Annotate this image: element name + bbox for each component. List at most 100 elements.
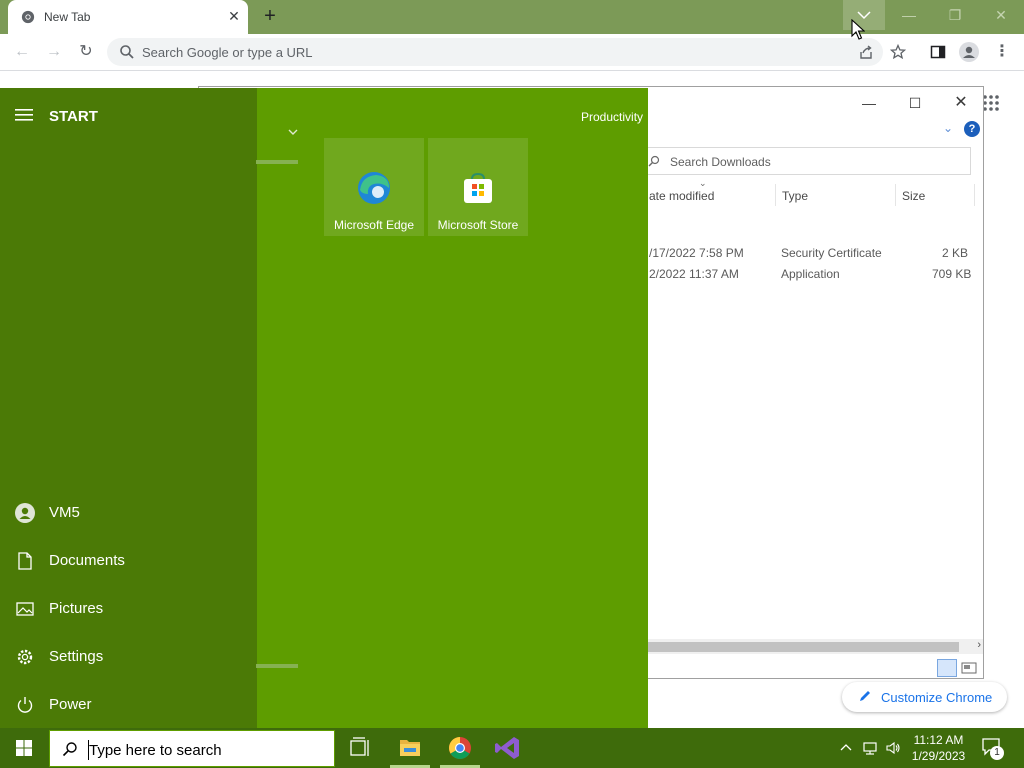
file-date: /17/2022 7:58 PM	[649, 246, 744, 260]
chrome-favicon-icon	[21, 10, 35, 24]
edge-icon	[358, 172, 390, 204]
taskbar: Type here to search 11:12 AM 1/29/2023 1	[0, 728, 1024, 768]
search-icon	[648, 155, 660, 167]
horizontal-scrollbar[interactable]: ›	[639, 639, 983, 654]
details-view-icon[interactable]	[937, 659, 957, 677]
ribbon-expand-chevron-icon[interactable]: ⌄	[943, 121, 953, 135]
tile-group-title: Productivity	[581, 110, 644, 124]
share-icon[interactable]	[858, 44, 874, 60]
chrome-icon	[449, 737, 471, 759]
file-date: 2/2022 11:37 AM	[649, 267, 739, 281]
explorer-close-icon[interactable]: ✕	[941, 91, 981, 115]
mouse-cursor-icon	[851, 19, 865, 40]
group-collapse-chevron-icon[interactable]	[287, 127, 299, 137]
action-center-button[interactable]: 1	[980, 736, 1006, 762]
start-item-settings[interactable]: Settings	[0, 634, 257, 678]
scrollbar-thumb[interactable]	[639, 642, 959, 652]
column-header-size[interactable]: Size	[902, 189, 925, 203]
start-scroll-indicator	[256, 664, 298, 668]
search-icon	[62, 742, 77, 757]
column-divider	[974, 184, 975, 206]
clock-date[interactable]: 1/29/2023	[900, 749, 977, 763]
column-header-date-modified[interactable]: ate modified	[649, 189, 714, 203]
forward-arrow-icon[interactable]: →	[42, 40, 66, 64]
chrome-tab-strip: New Tab ✕ + — ❐ ✕	[0, 0, 1024, 34]
taskbar-chrome[interactable]	[436, 728, 484, 768]
customize-chrome-label: Customize Chrome	[881, 690, 993, 705]
folder-icon	[400, 740, 420, 756]
start-item-pictures[interactable]: Pictures	[0, 586, 257, 630]
task-view-button[interactable]	[336, 728, 384, 768]
new-tab-button[interactable]: +	[258, 6, 282, 28]
menu-kebab-icon[interactable]: ⋮	[990, 40, 1014, 64]
explorer-minimize-icon[interactable]: —	[849, 91, 889, 115]
gear-icon	[17, 649, 33, 665]
sort-chevron-icon: ⌄	[699, 178, 707, 188]
scroll-right-arrow-icon[interactable]: ›	[977, 639, 981, 651]
taskbar-search-input[interactable]: Type here to search	[49, 730, 335, 767]
start-button[interactable]	[0, 728, 48, 768]
tab-title: New Tab	[44, 10, 91, 24]
start-item-power[interactable]: Power	[0, 682, 257, 726]
start-item-label: VM5	[49, 504, 80, 521]
address-placeholder: Search Google or type a URL	[142, 45, 313, 60]
notification-count-badge: 1	[990, 746, 1004, 760]
large-icons-view-icon[interactable]	[961, 660, 977, 676]
taskbar-file-explorer[interactable]	[386, 728, 434, 768]
minimize-icon[interactable]: —	[886, 0, 932, 30]
start-item-label: Settings	[49, 648, 104, 665]
document-icon	[18, 552, 32, 570]
volume-icon[interactable]	[885, 740, 901, 756]
start-scroll-indicator	[256, 160, 298, 164]
taskbar-visual-studio[interactable]	[484, 728, 532, 768]
explorer-search-input[interactable]: Search Downloads	[639, 147, 971, 175]
column-divider	[775, 184, 776, 206]
tile-microsoft-edge[interactable]: Microsoft Edge	[324, 138, 424, 236]
chrome-toolbar: ← → ↻ Search Google or type a URL ⋮	[0, 34, 1024, 70]
visual-studio-icon	[495, 737, 519, 759]
google-apps-grid-icon[interactable]	[982, 94, 1000, 112]
taskbar-search-placeholder: Type here to search	[89, 742, 222, 759]
toolbar-divider	[0, 70, 1024, 71]
clock-time[interactable]: 11:12 AM	[900, 733, 977, 747]
customize-chrome-button[interactable]: Customize Chrome	[842, 682, 1007, 712]
help-icon[interactable]: ?	[964, 121, 980, 137]
side-panel-icon[interactable]	[930, 44, 946, 60]
column-divider	[895, 184, 896, 206]
start-menu-tiles-pane: Productivity Microsoft Edge Microsoft St…	[257, 88, 648, 728]
reload-icon[interactable]: ↻	[74, 40, 98, 64]
restore-icon[interactable]: ❐	[932, 0, 978, 30]
network-icon[interactable]	[862, 740, 878, 756]
chevron-up-icon[interactable]	[838, 740, 854, 756]
file-size: 709 KB	[932, 267, 972, 281]
file-type: Application	[781, 267, 840, 281]
bookmark-star-icon[interactable]	[890, 44, 906, 60]
start-item-documents[interactable]: Documents	[0, 538, 257, 582]
file-size: 2 KB	[942, 246, 969, 260]
start-item-label: Documents	[49, 552, 125, 569]
pencil-icon	[860, 691, 870, 701]
start-menu-title: START	[49, 108, 98, 125]
close-window-icon[interactable]: ✕	[978, 0, 1024, 30]
tab-new-tab[interactable]: New Tab ✕	[8, 0, 248, 34]
hamburger-menu-icon[interactable]	[15, 108, 33, 122]
tile-microsoft-store[interactable]: Microsoft Store	[428, 138, 528, 236]
file-type: Security Certificate	[781, 246, 882, 260]
search-icon	[120, 45, 134, 59]
address-bar[interactable]: Search Google or type a URL	[107, 38, 883, 66]
profile-avatar-icon[interactable]	[959, 42, 979, 62]
column-header-type[interactable]: Type	[782, 189, 808, 203]
start-item-label: Pictures	[49, 600, 104, 617]
user-icon	[15, 503, 35, 523]
power-icon	[17, 697, 33, 713]
tab-close-icon[interactable]: ✕	[224, 6, 244, 26]
tile-label: Microsoft Store	[437, 218, 519, 232]
explorer-maximize-icon[interactable]: ☐	[895, 91, 935, 115]
back-arrow-icon[interactable]: ←	[10, 40, 34, 64]
start-menu-left-pane: START VM5 Documents Pictures Settings Po…	[0, 88, 257, 728]
pictures-icon	[16, 602, 34, 616]
tile-label: Microsoft Edge	[333, 218, 415, 232]
task-view-icon	[350, 737, 369, 756]
store-icon	[464, 172, 492, 203]
start-item-user[interactable]: VM5	[0, 490, 257, 534]
